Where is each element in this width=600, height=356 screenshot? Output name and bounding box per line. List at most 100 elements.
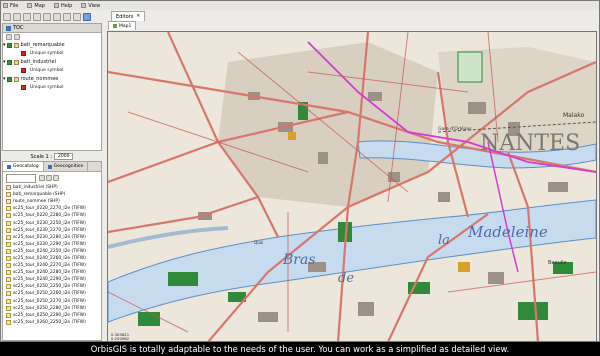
map-coord-y: 0.250582 — [111, 335, 130, 341]
editors-tab[interactable]: Editors ✕ — [111, 11, 146, 21]
list-item[interactable]: sc25_tour_0230_2280_l2e (TIFW) — [3, 234, 101, 241]
menu-bar: File Map Help View — [1, 1, 599, 10]
list-item[interactable]: sc25_tour_0240_2290_l2e (TIFW) — [3, 276, 101, 283]
measure-tool-icon[interactable] — [63, 12, 71, 21]
editors-tab-label: Editors — [116, 13, 134, 20]
map-label-bras: Bras — [282, 252, 316, 268]
tag-icon[interactable] — [53, 175, 59, 181]
map-label-la: la — [438, 233, 450, 248]
tab-geocatalog[interactable]: Geocatalog — [3, 162, 44, 171]
file-label: sc25_tour_0230_2290_l2e (TIFW) — [13, 241, 86, 247]
map-tab[interactable]: Map1 — [108, 21, 137, 30]
map-coordinates: 0.305821 0.250582 — [111, 332, 130, 341]
raster-icon — [6, 206, 11, 212]
raster-icon — [6, 220, 11, 226]
topographic-map[interactable]: NANTES Madeleine la Bras de Quai Malako … — [108, 32, 596, 342]
list-item[interactable]: sc25_tour_0220_2270_l2e (TIFW) — [3, 205, 101, 212]
file-label: sc25_tour_0250_2290_l2e (TIFW) — [13, 312, 86, 318]
layer-icon — [13, 59, 19, 65]
list-item[interactable]: sc25_tour_0250_2250_l2e (TIFW) — [3, 283, 101, 290]
file-label: sc25_tour_0250_2270_l2e (TIFW) — [13, 298, 86, 304]
scale-bar: Scale 1 : 2000 — [2, 152, 102, 161]
file-label: sc25_tour_0240_2260_l2e (TIFW) — [13, 255, 86, 261]
menu-map[interactable]: Map — [27, 3, 45, 9]
list-item[interactable]: bati_remarquable (SHP) — [3, 191, 101, 198]
raster-icon — [6, 284, 11, 290]
legend-symbol-row[interactable]: Unique symbol — [3, 83, 101, 92]
layer-visibility-checkbox[interactable] — [6, 59, 12, 65]
list-item[interactable]: route_nommee (SHP) — [3, 198, 101, 205]
tab-geocognition-label: Geocognition — [53, 164, 84, 169]
toc-layer-row[interactable]: ▾ bati_industriel — [3, 58, 101, 66]
menu-file[interactable]: File — [3, 3, 18, 9]
geocatalog-search-input[interactable] — [6, 173, 36, 183]
map-label-quai: Quai — [254, 240, 263, 245]
map-label-gare: Gare d'Orléans — [438, 125, 472, 132]
pan-tool-icon[interactable] — [23, 12, 31, 21]
symbol-label: Unique symbol — [30, 68, 64, 73]
map-tab-row: Map1 — [105, 21, 599, 30]
list-item[interactable]: sc25_tour_0250_2270_l2e (TIFW) — [3, 298, 101, 305]
editors-title-bar: Editors ✕ — [105, 11, 599, 21]
select-tool-icon[interactable] — [43, 12, 51, 21]
legend-symbol-row[interactable]: Unique symbol — [3, 49, 101, 58]
list-item[interactable]: sc25_tour_0250_2260_l2e (TIFW) — [3, 290, 101, 297]
sort-icon[interactable] — [46, 175, 52, 181]
legend-symbol-row[interactable]: Unique symbol — [3, 66, 101, 75]
active-tool-icon[interactable] — [83, 12, 91, 21]
toc-layer-row[interactable]: ▾ route_nommee — [3, 75, 101, 83]
map-label-de: de — [338, 271, 354, 286]
list-item[interactable]: sc25_tour_0260_2250_l2e (TIFW) — [3, 319, 101, 326]
list-item[interactable]: sc25_tour_0250_2280_l2e (TIFW) — [3, 305, 101, 312]
list-item[interactable]: sc25_tour_0240_2270_l2e (TIFW) — [3, 262, 101, 269]
list-item[interactable]: sc25_tour_0250_2290_l2e (TIFW) — [3, 312, 101, 319]
expand-arrow-icon[interactable]: ▾ — [3, 76, 6, 82]
editors-panel: Editors ✕ Map1 NANTES Madeleine la Bras … — [105, 11, 599, 342]
layer-visibility-checkbox[interactable] — [6, 76, 12, 82]
raster-icon — [6, 298, 11, 304]
list-item[interactable]: sc25_tour_0220_2280_l2e (TIFW) — [3, 212, 101, 219]
file-label: route_nommee (SHP) — [13, 199, 60, 205]
expand-arrow-icon[interactable]: ▾ — [3, 42, 6, 48]
toc-layer-row[interactable]: ▾ bati_remarquable — [3, 41, 101, 49]
file-label: sc25_tour_0250_2280_l2e (TIFW) — [13, 305, 86, 311]
zoom-in-tool-icon[interactable] — [3, 12, 11, 21]
menu-view[interactable]: View — [81, 3, 100, 9]
list-item[interactable]: sc25_tour_0230_2290_l2e (TIFW) — [3, 241, 101, 248]
menu-label: File — [10, 2, 19, 9]
full-extent-icon[interactable] — [33, 12, 41, 21]
list-item[interactable]: sc25_tour_0240_2280_l2e (TIFW) — [3, 269, 101, 276]
add-layer-icon[interactable] — [6, 34, 12, 40]
layer-label: bati_industriel — [20, 59, 56, 65]
edit-tool-icon[interactable] — [73, 12, 81, 21]
list-item[interactable]: sc25_tour_0240_2250_l2e (TIFW) — [3, 248, 101, 255]
menu-help[interactable]: Help — [53, 3, 72, 9]
shapefile-icon — [6, 192, 11, 198]
map-canvas[interactable]: NANTES Madeleine la Bras de Quai Malako … — [107, 31, 597, 342]
tab-geocognition[interactable]: Geocognition — [44, 162, 89, 171]
file-label: sc25_tour_0240_2250_l2e (TIFW) — [13, 248, 86, 254]
list-item[interactable]: sc25_tour_0240_2260_l2e (TIFW) — [3, 255, 101, 262]
scale-input[interactable]: 2000 — [54, 153, 74, 160]
toc-icon — [6, 25, 11, 31]
remove-layer-icon[interactable] — [14, 34, 20, 40]
caption: OrbisGIS is totally adaptable to the nee… — [90, 344, 510, 354]
close-icon[interactable]: ✕ — [136, 14, 140, 19]
list-item[interactable]: bati_industriel (SHP) — [3, 184, 101, 191]
file-label: sc25_tour_0260_2250_l2e (TIFW) — [13, 319, 86, 325]
toc-layer-tree: ▾ bati_remarquable Unique symbol ▾ bati_indu… — [3, 41, 101, 92]
list-item[interactable]: sc25_tour_0230_2270_l2e (TIFW) — [3, 227, 101, 234]
symbol-swatch-icon — [21, 85, 26, 90]
filter-icon[interactable] — [39, 175, 45, 181]
toc-title-bar: TOC — [3, 24, 101, 33]
file-label: bati_industriel (SHP) — [13, 185, 58, 191]
view-icon — [81, 3, 87, 8]
layer-visibility-checkbox[interactable] — [6, 42, 12, 48]
expand-arrow-icon[interactable]: ▾ — [3, 59, 6, 65]
info-tool-icon[interactable] — [53, 12, 61, 21]
file-label: sc25_tour_0220_2270_l2e (TIFW) — [13, 206, 86, 212]
zoom-out-tool-icon[interactable] — [13, 12, 21, 21]
list-item[interactable]: sc25_tour_0230_2250_l2e (TIFW) — [3, 219, 101, 226]
menu-label: Map — [34, 2, 45, 9]
file-label: sc25_tour_0220_2280_l2e (TIFW) — [13, 213, 86, 219]
